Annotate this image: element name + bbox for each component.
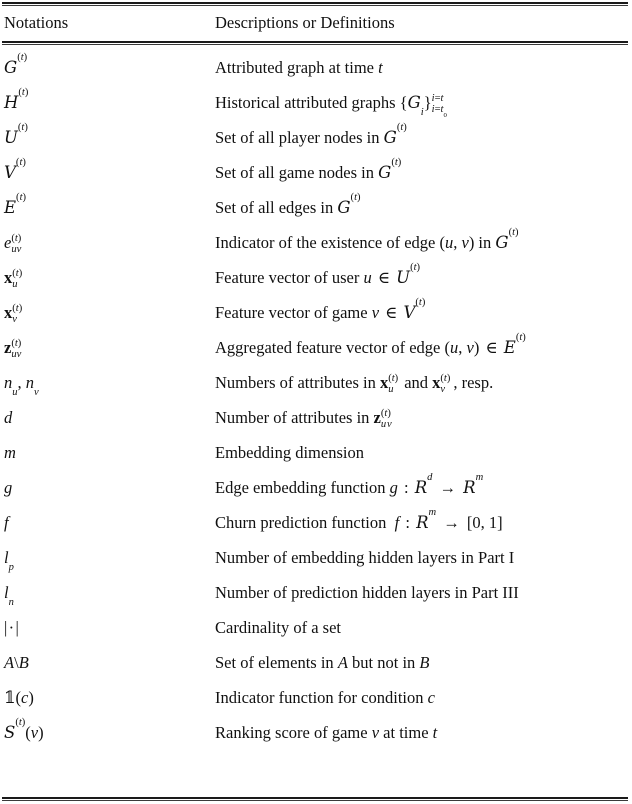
description-cell: Set of elements in A but not in B: [215, 653, 430, 672]
table-row: ln Number of prediction hidden layers in…: [0, 575, 632, 610]
description-cell: Embedding dimension: [215, 443, 364, 462]
description-cell: Set of all player nodes in G(t): [215, 121, 407, 147]
description-cell: Aggregated feature vector of edge (u, v)…: [215, 331, 526, 357]
notation-cell: z (t) uv: [4, 338, 22, 360]
table-row: V(t) Set of all game nodes in G(t): [0, 155, 632, 190]
table-bottom-rule: [2, 797, 628, 799]
description-cell: Indicator of the existence of edge (u, v…: [215, 226, 519, 252]
table-row: x (t) u Feature vector of user u ∈ U(t): [0, 260, 632, 295]
description-cell: Churn prediction function f : Rm → [0, 1…: [215, 506, 503, 532]
column-header-descriptions: Descriptions or Definitions: [215, 13, 395, 32]
table-row: 𝟙(c) Indicator function for condition c: [0, 680, 632, 715]
notation-cell: ln: [4, 583, 14, 609]
table-row: nu, nv Numbers of attributes in x (t) u and…: [0, 365, 632, 400]
notation-cell: V(t): [4, 156, 26, 182]
description-cell: Cardinality of a set: [215, 618, 342, 637]
description-cell: Feature vector of game v ∈ V(t): [215, 296, 426, 322]
table-row: z (t) uv Aggregated feature vector of edge…: [0, 330, 632, 365]
description-cell: Historical attributed graphs {Gi} i=t i=t0: [215, 93, 447, 119]
table-row: A\B Set of elements in A but not in B: [0, 645, 632, 680]
table-row: H(t) Historical attributed graphs {Gi} i=…: [0, 85, 632, 120]
notation-cell: d: [4, 408, 13, 427]
description-cell: Indicator function for condition c: [215, 688, 435, 707]
table-row: S(t)(v) Ranking score of game v at time …: [0, 715, 632, 750]
table-row: g Edge embedding function g : Rd → Rm: [0, 470, 632, 505]
notation-cell: e (t) uv: [4, 233, 22, 255]
table-row: m Embedding dimension: [0, 435, 632, 470]
notation-cell: x (t) v: [4, 303, 23, 325]
notation-cell: S(t)(v): [4, 716, 44, 742]
table-row: d Number of attributes in z (t) u v: [0, 400, 632, 435]
notation-cell: nu, nv: [4, 373, 39, 399]
description-cell: Edge embedding function g : Rd → Rm: [215, 471, 484, 497]
description-cell: Set of all edges in G(t): [215, 191, 361, 217]
description-cell: Number of attributes in z (t) u v: [215, 408, 392, 430]
table-header-rule: [2, 41, 628, 43]
notation-cell: f: [4, 513, 9, 532]
table-row: | · | Cardinality of a set: [0, 610, 632, 645]
table-row: E(t) Set of all edges in G(t): [0, 190, 632, 225]
notation-cell: A\B: [4, 653, 29, 672]
table-row: U(t) Set of all player nodes in G(t): [0, 120, 632, 155]
notations-table: Notations Descriptions or Definitions G(…: [0, 0, 632, 804]
notation-cell: | · |: [4, 618, 19, 637]
description-cell: Number of prediction hidden layers in Pa…: [215, 583, 519, 602]
notation-cell: lp: [4, 548, 14, 574]
description-cell: Ranking score of game v at time t: [215, 723, 438, 742]
description-cell: Set of all game nodes in G(t): [215, 156, 402, 182]
notation-cell: H(t): [4, 86, 29, 112]
description-cell: Numbers of attributes in x (t) u and x (t) v,…: [215, 373, 494, 395]
description-cell: Number of embedding hidden layers in Par…: [215, 548, 515, 567]
notation-cell: m: [4, 443, 16, 462]
table-top-rule: [2, 2, 628, 4]
description-cell: Feature vector of user u ∈ U(t): [215, 261, 421, 287]
table-header-row: Notations Descriptions or Definitions: [0, 8, 632, 40]
notation-cell: U(t): [4, 121, 28, 147]
table-row: f Churn prediction function f : Rm → [0,…: [0, 505, 632, 540]
notation-cell: E(t): [4, 191, 27, 217]
notation-cell: 𝟙(c): [4, 688, 34, 707]
table-header-rule-thin: [2, 44, 628, 45]
table-body: G(t) Attributed graph at time t H(t) His…: [0, 50, 632, 750]
table-bottom-rule-thin: [2, 800, 628, 801]
notation-cell: g: [4, 478, 13, 497]
table-row: x (t) v Feature vector of game v ∈ V(t): [0, 295, 632, 330]
table-row: e (t) uv Indicator of the existence of edg…: [0, 225, 632, 260]
description-cell: Attributed graph at time t: [215, 58, 383, 77]
table-row: G(t) Attributed graph at time t: [0, 50, 632, 85]
column-header-notations: Notations: [4, 13, 69, 32]
notation-cell: x (t) u: [4, 268, 23, 290]
notation-cell: G(t): [4, 51, 28, 77]
table-top-rule-thin: [2, 5, 628, 6]
table-row: lp Number of embedding hidden layers in …: [0, 540, 632, 575]
